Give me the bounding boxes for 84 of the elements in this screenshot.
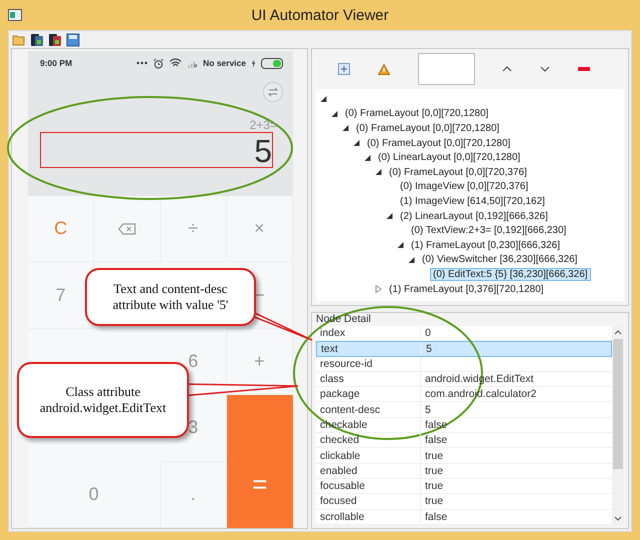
collapsed-triangle-icon[interactable] xyxy=(375,285,382,294)
expanded-triangle-icon[interactable] xyxy=(386,213,393,220)
property-value: true xyxy=(424,495,444,508)
wifi-icon xyxy=(169,58,182,68)
property-row[interactable]: text 5 xyxy=(316,341,612,357)
tree-node[interactable]: (0) FrameLayout [0,0][720,1280] xyxy=(342,107,492,120)
charging-icon xyxy=(251,58,256,68)
tree-node[interactable]: (0) LinearLayout [0,0][720,1280] xyxy=(375,151,524,164)
expanded-triangle-icon[interactable] xyxy=(353,140,360,146)
tree-node[interactable]: (0) FrameLayout [0,0][720,376] xyxy=(386,166,530,179)
expanded-triangle-icon[interactable] xyxy=(408,256,415,263)
property-value: 5 xyxy=(425,342,432,355)
property-row[interactable]: focused true xyxy=(316,494,612,510)
up-chevron-icon[interactable] xyxy=(502,66,512,72)
blank-field[interactable] xyxy=(418,53,475,85)
property-value: false xyxy=(424,510,448,523)
property-name: focused xyxy=(316,494,421,509)
swap-icon[interactable] xyxy=(263,82,283,102)
result-field[interactable]: 5 xyxy=(40,132,273,168)
property-row[interactable]: scrollable false xyxy=(316,510,612,525)
property-row[interactable]: clickable true xyxy=(316,448,612,464)
property-name: resource-id xyxy=(316,356,421,371)
tree-node[interactable]: (0) ViewSwitcher [36,230][666,326] xyxy=(419,253,580,266)
property-row[interactable]: checked false xyxy=(316,433,612,448)
property-name: package xyxy=(316,387,421,402)
property-value: false xyxy=(424,434,448,446)
tree-node[interactable]: (1) ImageView [614,50][720,162] xyxy=(397,194,548,208)
expanded-triangle-icon[interactable] xyxy=(331,110,338,117)
tree-node[interactable]: (0) FrameLayout [0,0][720,1280] xyxy=(353,122,502,135)
signal-icon xyxy=(187,58,198,68)
carrier-label: No service xyxy=(203,58,246,68)
property-name: enabled xyxy=(316,464,421,478)
property-value: true xyxy=(424,464,444,477)
expanded-triangle-icon[interactable] xyxy=(342,125,349,132)
scroll-up-icon[interactable] xyxy=(614,330,622,335)
down-chevron-icon[interactable] xyxy=(540,66,550,72)
notification-dots-icon xyxy=(136,61,148,65)
expression-text: 2+3= xyxy=(248,118,277,132)
scrollbar[interactable] xyxy=(612,326,624,525)
device-screenshot-icon[interactable] xyxy=(48,32,62,46)
property-name: content-desc xyxy=(316,402,421,417)
expanded-triangle-icon[interactable] xyxy=(397,242,404,248)
save-icon[interactable] xyxy=(66,32,80,46)
status-time: 9:00 PM xyxy=(40,58,72,68)
expand-all-icon[interactable] xyxy=(338,63,350,75)
tree-node[interactable]: (0) FrameLayout [0,0][720,1280] xyxy=(364,136,514,150)
property-row[interactable]: focusable true xyxy=(316,478,612,494)
property-name: checked xyxy=(316,433,421,448)
tree-node[interactable]: (0) TextView:2+3= [0,192][666,230] xyxy=(408,224,570,238)
property-name: text xyxy=(317,342,422,356)
warning-icon[interactable] xyxy=(378,64,390,74)
property-row[interactable]: resource-id xyxy=(316,356,612,372)
tree-node[interactable]: (1) FrameLayout [0,376][720,1280] xyxy=(386,282,547,296)
backspace-icon xyxy=(118,222,136,235)
scrollbar-thumb[interactable] xyxy=(613,339,623,469)
property-row[interactable]: enabled true xyxy=(316,464,612,479)
property-value: 5 xyxy=(424,404,431,416)
battery-icon xyxy=(261,58,283,68)
property-name: focusable xyxy=(316,478,421,494)
app-icon xyxy=(8,9,22,21)
property-value: true xyxy=(424,480,444,492)
callout: Text and content-desc attribute with value '5' xyxy=(85,268,256,326)
callout: Class attribute android.widget.EditText xyxy=(17,362,189,438)
property-name: class xyxy=(316,372,421,386)
tree-node[interactable]: (0) EditText:5 {5} [36,230][666,326] xyxy=(430,268,591,281)
property-name: scrollable xyxy=(316,510,421,524)
minus-icon[interactable] xyxy=(578,67,590,71)
tree-node[interactable]: (2) LinearLayout [0,192][666,326] xyxy=(397,210,551,223)
property-value: true xyxy=(424,450,444,462)
alarm-icon xyxy=(153,58,164,68)
property-name: clickable xyxy=(316,448,421,463)
expanded-triangle-icon[interactable] xyxy=(320,96,327,102)
property-value: 0 xyxy=(424,327,431,340)
expanded-triangle-icon[interactable] xyxy=(364,154,371,161)
tree-node[interactable]: (0) ImageView [0,0][720,376] xyxy=(397,180,532,194)
scroll-down-icon[interactable] xyxy=(614,516,622,521)
tree-node[interactable]: (1) FrameLayout [0,230][666,326] xyxy=(408,238,563,252)
backspace-key[interactable] xyxy=(94,196,160,262)
expanded-triangle-icon[interactable] xyxy=(375,169,382,176)
property-row[interactable]: content-desc 5 xyxy=(316,402,612,418)
device-screenshot-icon[interactable] xyxy=(30,32,44,46)
property-value: false xyxy=(424,418,448,431)
window-title: UI Automator Viewer xyxy=(251,6,389,24)
property-name: index xyxy=(316,326,421,340)
